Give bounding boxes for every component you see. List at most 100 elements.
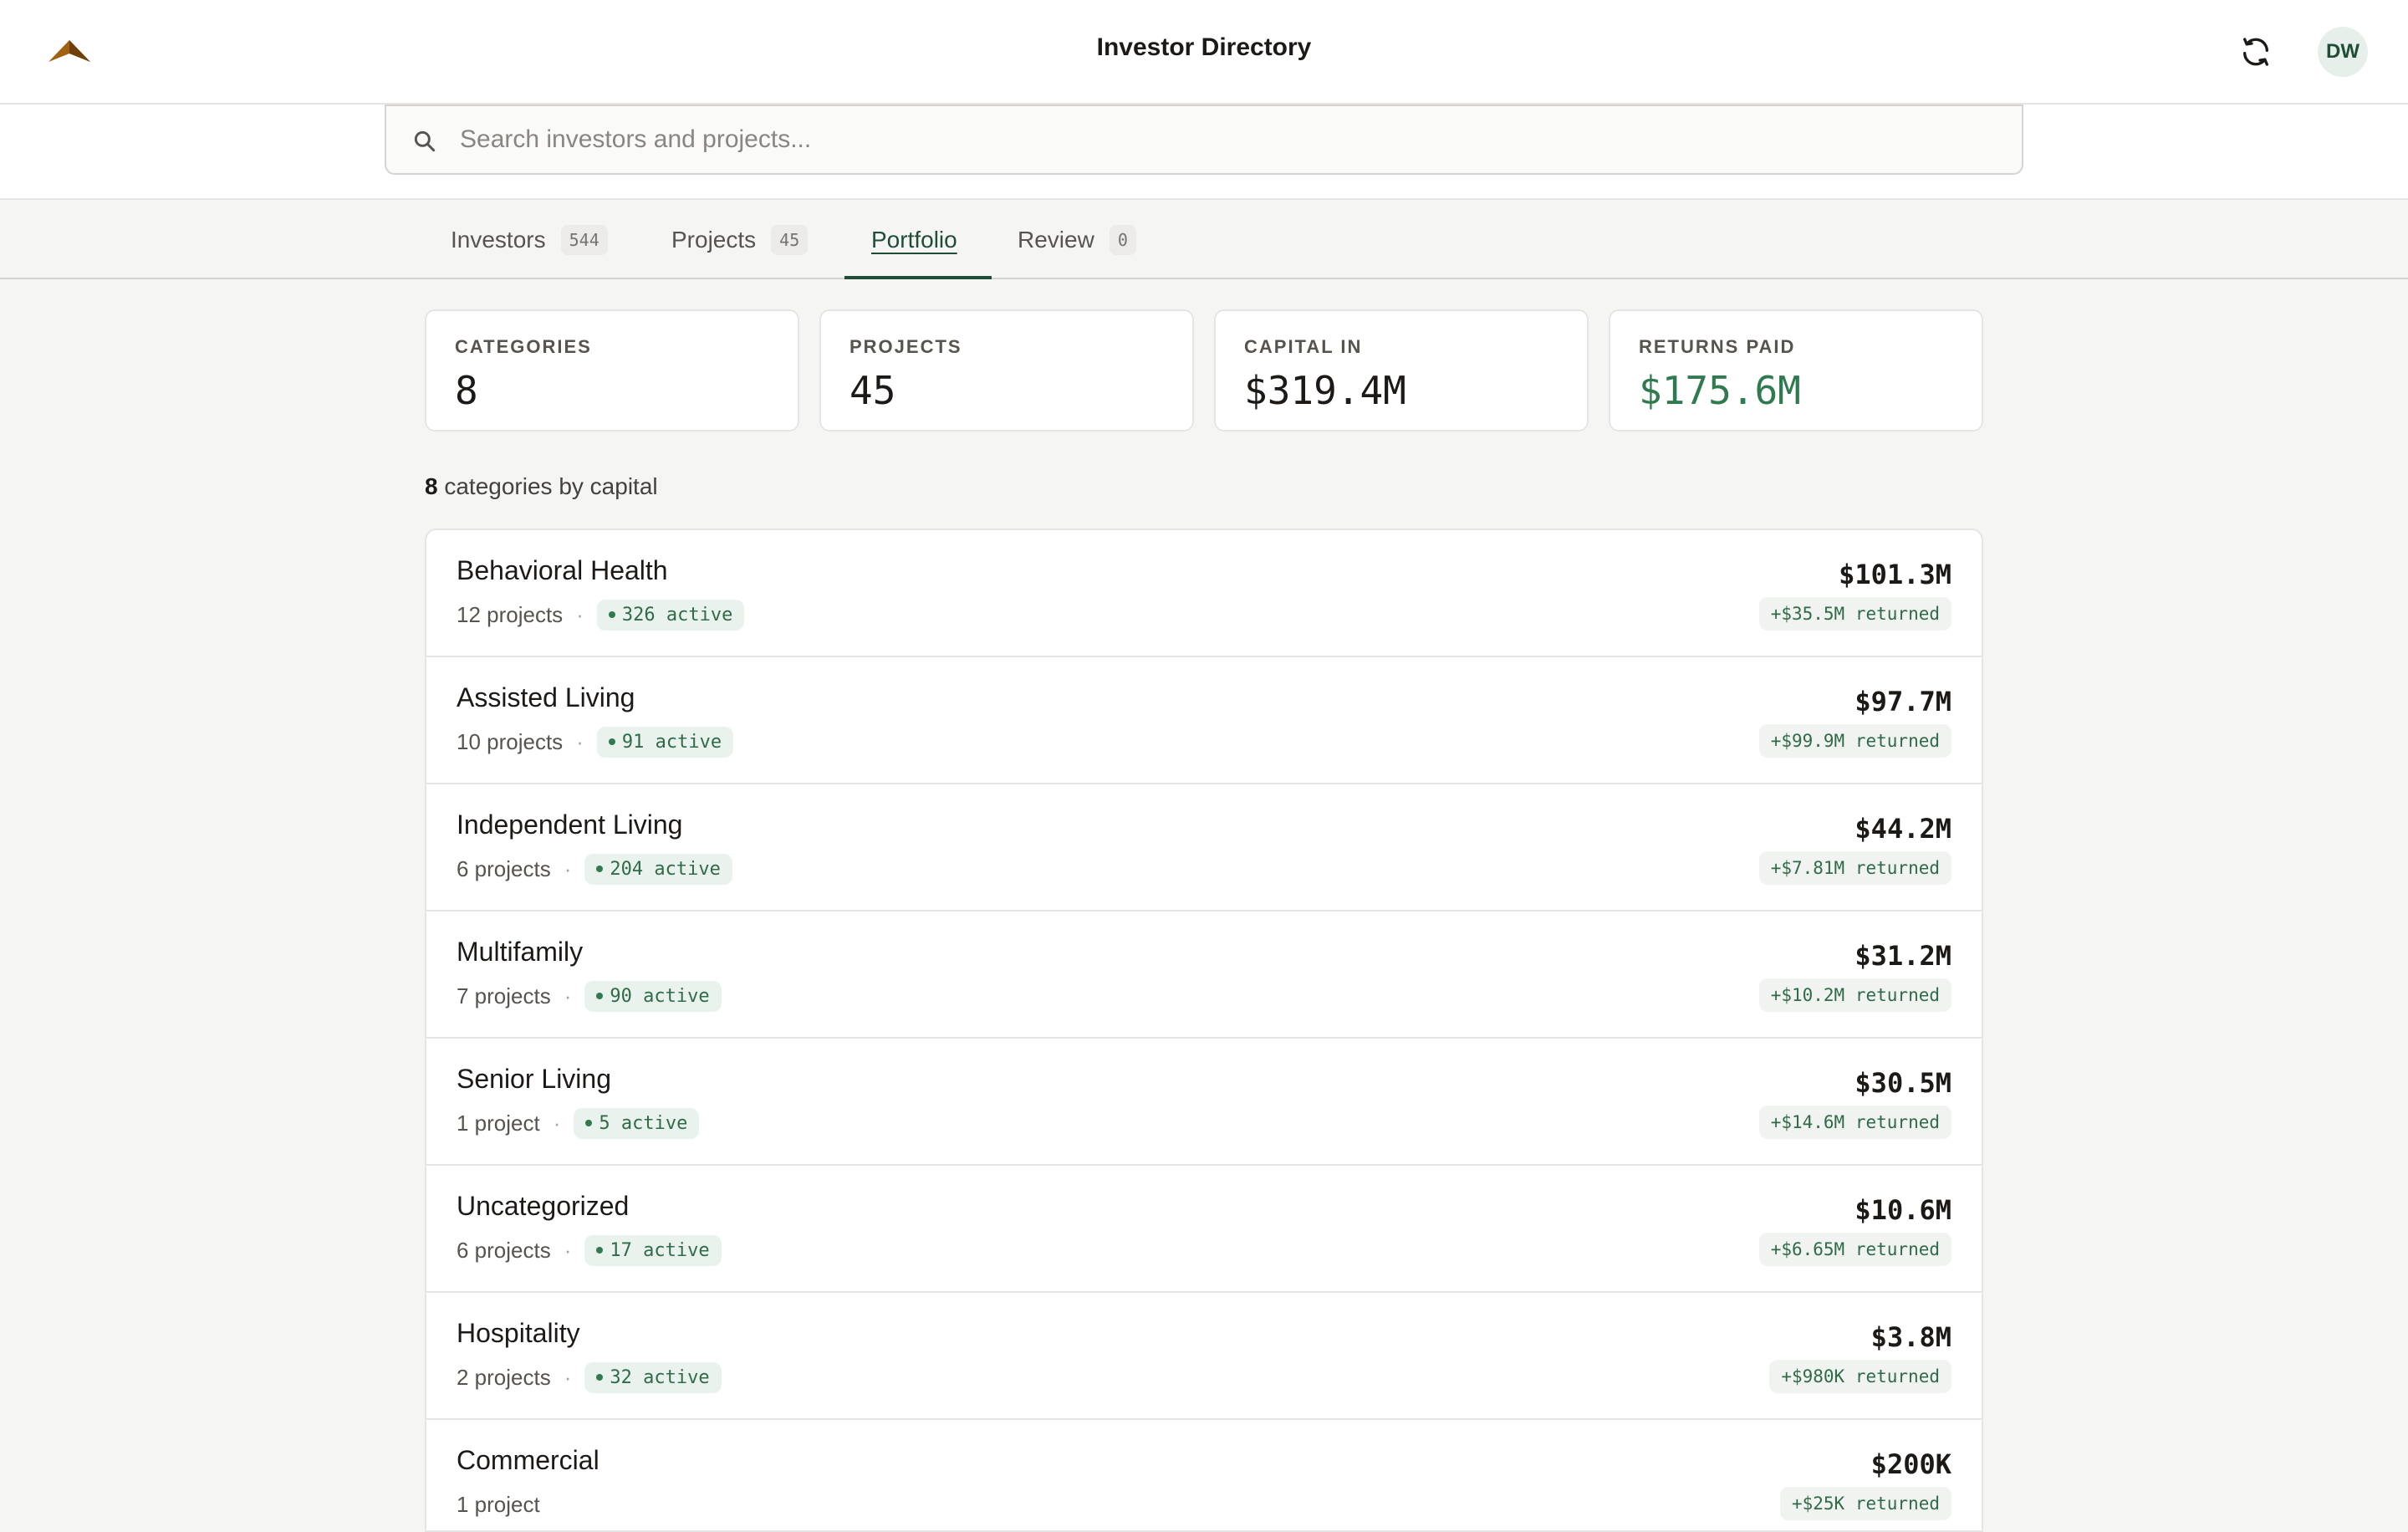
search-box[interactable] — [385, 105, 2023, 175]
active-count: 326 active — [621, 604, 733, 626]
category-name: Multifamily — [457, 937, 584, 967]
separator: · — [564, 855, 572, 881]
category-name: Senior Living — [457, 1064, 611, 1094]
category-row[interactable]: Multifamily 7 projects · 90 active $31.2… — [426, 912, 1982, 1039]
search-icon — [414, 130, 436, 152]
tab-count: 544 — [560, 224, 608, 255]
app-title: Investor Directory — [1096, 33, 1312, 61]
tab-projects[interactable]: Projects 45 — [671, 200, 809, 279]
category-row[interactable]: Uncategorized 6 projects · 17 active $10… — [426, 1166, 1982, 1293]
status-dot-icon — [596, 993, 604, 999]
refresh-button[interactable] — [2237, 33, 2274, 70]
tab-label: Investors — [451, 226, 546, 253]
category-row[interactable]: Commercial 1 project $200K +$25K returne… — [426, 1420, 1982, 1530]
returned-badge: +$14.6M returned — [1758, 1106, 1951, 1139]
refresh-icon — [2243, 38, 2268, 66]
category-row[interactable]: Assisted Living 10 projects · 91 active … — [426, 657, 1982, 784]
stat-card-projects: PROJECTS 45 — [819, 309, 1194, 432]
capital-amount: $10.6M — [1854, 1194, 1951, 1226]
tab-review[interactable]: Review 0 — [1018, 200, 1136, 279]
stat-card-capital-in: CAPITAL IN $319.4M — [1214, 309, 1589, 432]
tab-label: Review — [1018, 226, 1094, 253]
tab-count: 0 — [1109, 224, 1136, 255]
project-count: 6 projects — [457, 855, 551, 881]
active-badge: 17 active — [584, 1234, 722, 1266]
category-meta: 2 projects · 32 active — [457, 1360, 722, 1395]
tab-bar: Investors 544 Projects 45 Portfolio Revi… — [0, 200, 2408, 279]
category-row[interactable]: Independent Living 6 projects · 204 acti… — [426, 784, 1982, 912]
status-dot-icon — [596, 866, 604, 872]
category-row[interactable]: Hospitality 2 projects · 32 active $3.8M… — [426, 1293, 1982, 1420]
separator: · — [576, 728, 584, 754]
active-count: 32 active — [610, 1366, 710, 1388]
avatar[interactable]: DW — [2318, 27, 2368, 77]
category-name: Hospitality — [457, 1318, 580, 1348]
returned-badge: +$10.2M returned — [1758, 978, 1951, 1012]
stat-value: $319.4M — [1244, 368, 1406, 413]
returned-badge: +$35.5M returned — [1758, 597, 1951, 631]
stat-value: 8 — [455, 368, 478, 413]
category-name: Uncategorized — [457, 1191, 630, 1221]
separator: · — [576, 601, 584, 627]
search-band — [0, 105, 2408, 200]
stat-card-categories: CATEGORIES 8 — [425, 309, 799, 432]
returned-badge: +$6.65M returned — [1758, 1233, 1951, 1266]
categories-summary: 8 categories by capital — [425, 473, 658, 500]
active-count: 90 active — [610, 985, 710, 1007]
status-dot-icon — [608, 738, 615, 745]
category-row[interactable]: Behavioral Health 12 projects · 326 acti… — [426, 530, 1982, 657]
active-count: 5 active — [599, 1112, 688, 1134]
category-name: Commercial — [457, 1445, 599, 1475]
category-meta: 1 project · 5 active — [457, 1106, 700, 1141]
stat-label: PROJECTS — [849, 336, 962, 357]
stat-label: RETURNS PAID — [1639, 336, 1796, 357]
project-count: 6 projects — [457, 1237, 551, 1263]
status-dot-icon — [596, 1374, 604, 1381]
status-dot-icon — [596, 1247, 604, 1254]
category-meta: 7 projects · 90 active — [457, 978, 722, 1014]
active-tab-indicator — [844, 276, 992, 279]
capital-amount: $44.2M — [1854, 813, 1951, 845]
capital-amount: $97.7M — [1854, 686, 1951, 717]
active-badge: 91 active — [596, 726, 734, 758]
active-badge: 326 active — [596, 599, 745, 631]
category-meta: 6 projects · 17 active — [457, 1233, 722, 1268]
separator: · — [553, 1110, 561, 1136]
category-meta: 6 projects · 204 active — [457, 851, 732, 886]
tab-label: Portfolio — [871, 226, 957, 253]
category-list: Behavioral Health 12 projects · 326 acti… — [425, 529, 1983, 1532]
summary-count: 8 — [425, 473, 438, 499]
status-dot-icon — [585, 1120, 593, 1126]
project-count: 1 project — [457, 1110, 540, 1136]
returned-badge: +$25K returned — [1779, 1487, 1951, 1520]
capital-amount: $200K — [1870, 1448, 1951, 1480]
category-name: Assisted Living — [457, 682, 635, 712]
stat-label: CATEGORIES — [455, 336, 592, 357]
tab-portfolio[interactable]: Portfolio — [871, 200, 957, 279]
active-badge: 32 active — [584, 1361, 722, 1393]
active-badge: 90 active — [584, 980, 722, 1012]
search-input[interactable] — [460, 106, 1998, 173]
stat-card-returns-paid: RETURNS PAID $175.6M — [1609, 309, 1983, 432]
capital-amount: $30.5M — [1854, 1067, 1951, 1099]
returned-badge: +$7.81M returned — [1758, 851, 1951, 885]
project-count: 2 projects — [457, 1364, 551, 1390]
project-count: 7 projects — [457, 983, 551, 1009]
returned-badge: +$980K returned — [1769, 1360, 1951, 1393]
stat-label: CAPITAL IN — [1244, 336, 1363, 357]
category-row[interactable]: Senior Living 1 project · 5 active $30.5… — [426, 1039, 1982, 1166]
active-badge: 5 active — [574, 1107, 700, 1139]
project-count: 10 projects — [457, 728, 564, 754]
active-count: 91 active — [621, 731, 722, 753]
tab-investors[interactable]: Investors 544 — [451, 200, 608, 279]
category-meta: 1 project — [457, 1487, 540, 1522]
project-count: 1 project — [457, 1491, 540, 1517]
category-name: Independent Living — [457, 809, 683, 840]
capital-amount: $31.2M — [1854, 940, 1951, 972]
capital-amount: $3.8M — [1870, 1321, 1951, 1353]
active-count: 17 active — [610, 1239, 710, 1261]
separator: · — [564, 1237, 572, 1263]
stat-value: $175.6M — [1639, 368, 1801, 413]
stat-value: 45 — [849, 368, 896, 413]
separator: · — [564, 1364, 572, 1390]
